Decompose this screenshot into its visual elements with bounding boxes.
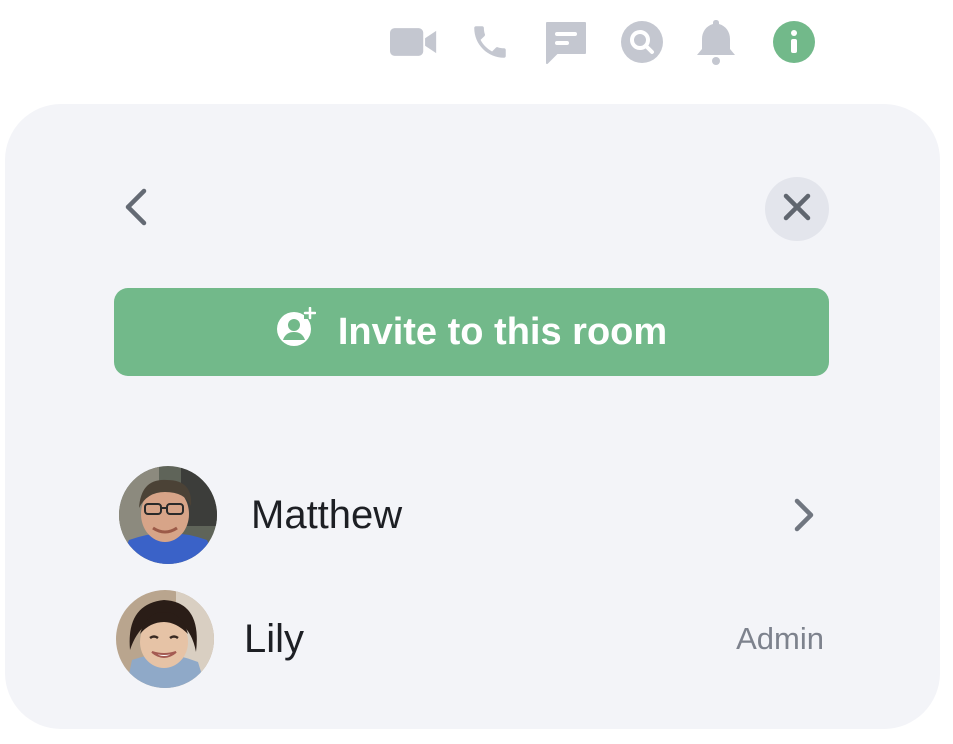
room-info-icon[interactable] — [770, 18, 818, 66]
close-icon — [782, 192, 812, 227]
back-button[interactable] — [108, 180, 164, 238]
member-role-badge: Admin — [736, 621, 824, 656]
member-name: Lily — [244, 616, 305, 661]
invite-label: Invite to this room — [337, 310, 668, 353]
threads-icon[interactable] — [542, 18, 590, 66]
chevron-left-icon — [122, 187, 150, 232]
avatar — [119, 466, 217, 564]
member-name: Matthew — [251, 492, 403, 537]
notifications-icon[interactable] — [692, 18, 740, 66]
member-row-matthew[interactable]: Matthew — [112, 460, 832, 570]
room-header-toolbar — [0, 0, 953, 90]
close-button[interactable] — [765, 177, 829, 241]
member-row-lily[interactable]: Lily Admin — [112, 584, 832, 694]
chevron-right-icon — [784, 495, 824, 535]
video-call-icon[interactable] — [390, 18, 438, 66]
add-person-icon — [276, 306, 317, 357]
avatar — [116, 590, 214, 688]
invite-to-room-button[interactable]: Invite to this room — [114, 288, 829, 376]
voice-call-icon[interactable] — [466, 18, 514, 66]
search-icon[interactable] — [618, 18, 666, 66]
